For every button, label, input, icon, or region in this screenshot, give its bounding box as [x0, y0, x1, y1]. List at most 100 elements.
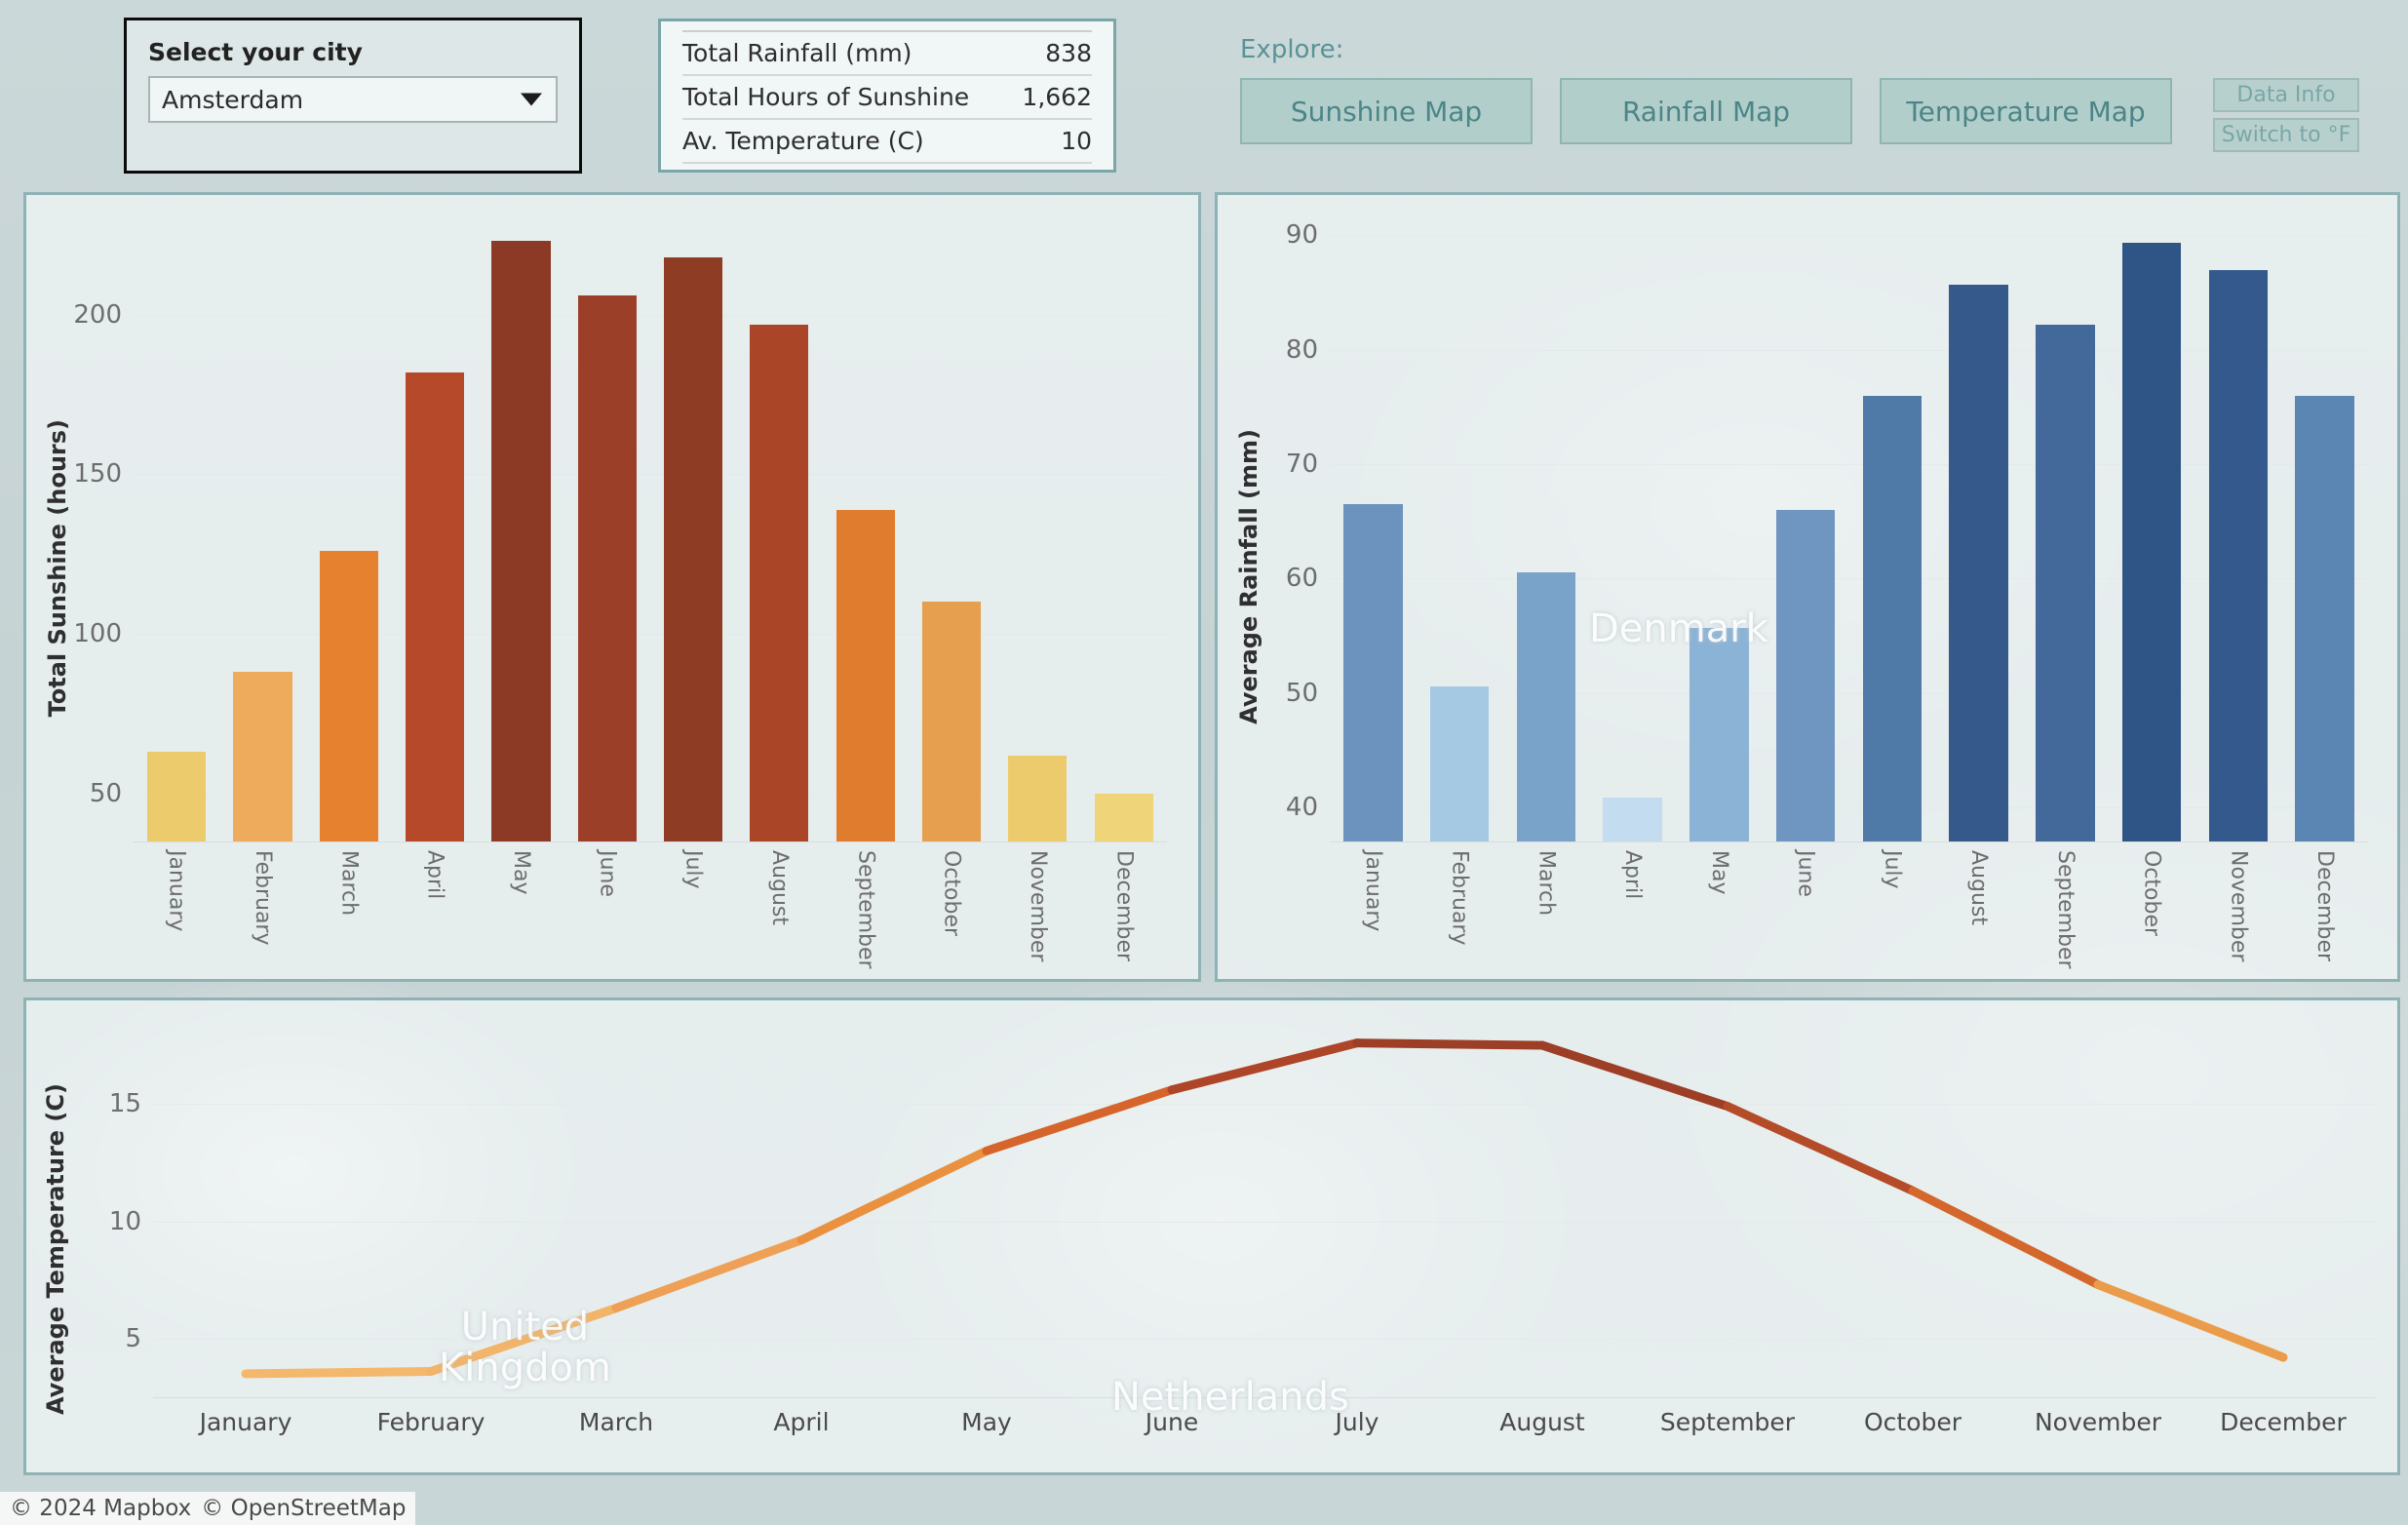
bar-march[interactable] — [1516, 572, 1576, 841]
stat-label: Total Hours of Sunshine — [682, 83, 970, 111]
bar-june[interactable] — [1775, 509, 1836, 841]
x-axis-label-slot: October — [909, 850, 994, 969]
bar-slot — [2281, 213, 2368, 841]
x-axis-line — [1330, 841, 2368, 842]
x-axis-tick-label: July — [1335, 1408, 1379, 1436]
x-axis-tick-label: January — [1360, 850, 1385, 932]
table-row: Av. Temperature (C) 10 — [682, 119, 1092, 163]
bar-slot — [994, 213, 1080, 841]
bar-january[interactable] — [1343, 504, 1403, 841]
bar-july[interactable] — [664, 256, 723, 841]
bar-february[interactable] — [233, 672, 292, 841]
bar-november[interactable] — [2208, 269, 2269, 841]
x-axis-tick-label: October — [1863, 1408, 1962, 1436]
bar-november[interactable] — [1008, 755, 1068, 841]
bar-october[interactable] — [2121, 242, 2182, 841]
data-info-button[interactable]: Data Info — [2213, 78, 2359, 112]
temperature-map-button[interactable]: Temperature Map — [1880, 78, 2172, 144]
bar-december[interactable] — [2295, 395, 2354, 841]
bar-june[interactable] — [577, 295, 637, 841]
x-axis-label-slot: June — [1763, 850, 1849, 969]
bar-august[interactable] — [1949, 284, 2008, 841]
bar-group — [134, 213, 1167, 841]
line-segment[interactable] — [1352, 1038, 1547, 1050]
bar-slot — [478, 213, 563, 841]
y-axis-tick-label: 200 — [73, 299, 122, 330]
x-axis-label-slot: November — [2005, 1408, 2191, 1436]
bar-slot — [1417, 213, 1503, 841]
bar-march[interactable] — [319, 551, 378, 841]
sunshine-map-button[interactable]: Sunshine Map — [1240, 78, 1533, 144]
line-segment[interactable] — [1167, 1038, 1362, 1095]
summary-stats-panel: Total Rainfall (mm) 838 Total Hours of S… — [658, 19, 1116, 173]
line-segment[interactable] — [241, 1367, 436, 1379]
bar-april[interactable] — [406, 371, 465, 841]
x-axis-tick-label: August — [1499, 1408, 1585, 1436]
line-segment[interactable] — [982, 1085, 1177, 1155]
bar-august[interactable] — [750, 324, 809, 841]
x-axis-label-slot: January — [1330, 850, 1417, 969]
bar-september[interactable] — [835, 509, 895, 841]
line-segment[interactable] — [796, 1146, 991, 1245]
table-row: Total Rainfall (mm) 838 — [682, 31, 1092, 75]
x-axis-label-slot: July — [1849, 850, 1936, 969]
x-axis-tick-label: December — [2312, 850, 2338, 962]
bar-february[interactable] — [1429, 685, 1490, 841]
x-axis-tick-label: January — [164, 850, 189, 932]
y-axis-tick-label: 50 — [89, 778, 122, 808]
stat-value: 838 — [1045, 39, 1092, 67]
x-axis-label-slot: February — [1417, 850, 1503, 969]
x-axis-label-slot: September — [1635, 1408, 1820, 1436]
x-axis-label-slot: March — [524, 1408, 709, 1436]
bar-slot — [2195, 213, 2282, 841]
switch-units-button[interactable]: Switch to °F — [2213, 118, 2359, 152]
y-axis-tick-label: 5 — [125, 1323, 141, 1353]
bar-january[interactable] — [147, 752, 207, 841]
bar-may[interactable] — [491, 241, 551, 841]
y-axis-tick-label: 50 — [1285, 678, 1318, 708]
map-attribution: © 2024 Mapbox © OpenStreetMap — [0, 1492, 416, 1525]
bar-july[interactable] — [1862, 395, 1923, 841]
line-segment[interactable] — [426, 1304, 621, 1377]
x-axis-tick-label: June — [1793, 850, 1818, 897]
rainfall-plot-area: 40 50 60 70 80 90 — [1286, 213, 2368, 842]
y-axis-tick-label: 70 — [1285, 450, 1318, 479]
line-segment[interactable] — [1723, 1102, 1918, 1195]
line-segment[interactable] — [1537, 1040, 1732, 1112]
line-segment[interactable] — [1908, 1186, 2103, 1289]
x-axis-label-slot: November — [2195, 850, 2282, 969]
x-axis-tick-label: September — [1659, 1408, 1796, 1436]
bar-slot — [909, 213, 994, 841]
rainfall-chart-panel: Average Rainfall (mm) 40 50 60 70 80 90 Janua… — [1215, 192, 2400, 982]
city-select-value: Amsterdam — [162, 85, 304, 114]
x-axis-label-slot: February — [338, 1408, 524, 1436]
table-row: Total Hours of Sunshine 1,662 — [682, 75, 1092, 119]
stat-label: Total Rainfall (mm) — [682, 39, 913, 67]
mini-button-group: Data Info Switch to °F — [2213, 78, 2359, 152]
bar-slot — [650, 213, 736, 841]
rainfall-y-axis-title: Average Rainfall (mm) — [1235, 429, 1262, 724]
sunshine-x-axis-labels: January February March April May June July Augu… — [134, 850, 1167, 969]
bar-slot — [2022, 213, 2109, 841]
bar-may[interactable] — [1689, 627, 1749, 841]
x-axis-label-slot: April — [392, 850, 478, 969]
x-axis-label-slot: May — [1676, 850, 1763, 969]
stat-value: 10 — [1061, 127, 1092, 155]
bar-december[interactable] — [1094, 793, 1153, 841]
x-axis-label-slot: August — [736, 850, 822, 969]
x-axis-tick-label: March — [578, 1408, 654, 1436]
bar-september[interactable] — [2036, 324, 2095, 841]
x-axis-tick-label: November — [1025, 850, 1050, 962]
bar-april[interactable] — [1603, 798, 1662, 841]
x-axis-tick-label: March — [336, 850, 362, 917]
x-axis-tick-label: October — [2139, 850, 2164, 937]
line-segment[interactable] — [2093, 1280, 2288, 1362]
x-axis-label-slot: January — [153, 1408, 338, 1436]
line-segment[interactable] — [611, 1235, 806, 1313]
bar-october[interactable] — [922, 602, 982, 841]
x-axis-tick-label: May — [1706, 850, 1731, 895]
rainfall-map-button[interactable]: Rainfall Map — [1560, 78, 1852, 144]
x-axis-label-slot: January — [134, 850, 219, 969]
bar-slot — [1763, 213, 1849, 841]
city-select[interactable]: Amsterdam — [148, 76, 558, 123]
